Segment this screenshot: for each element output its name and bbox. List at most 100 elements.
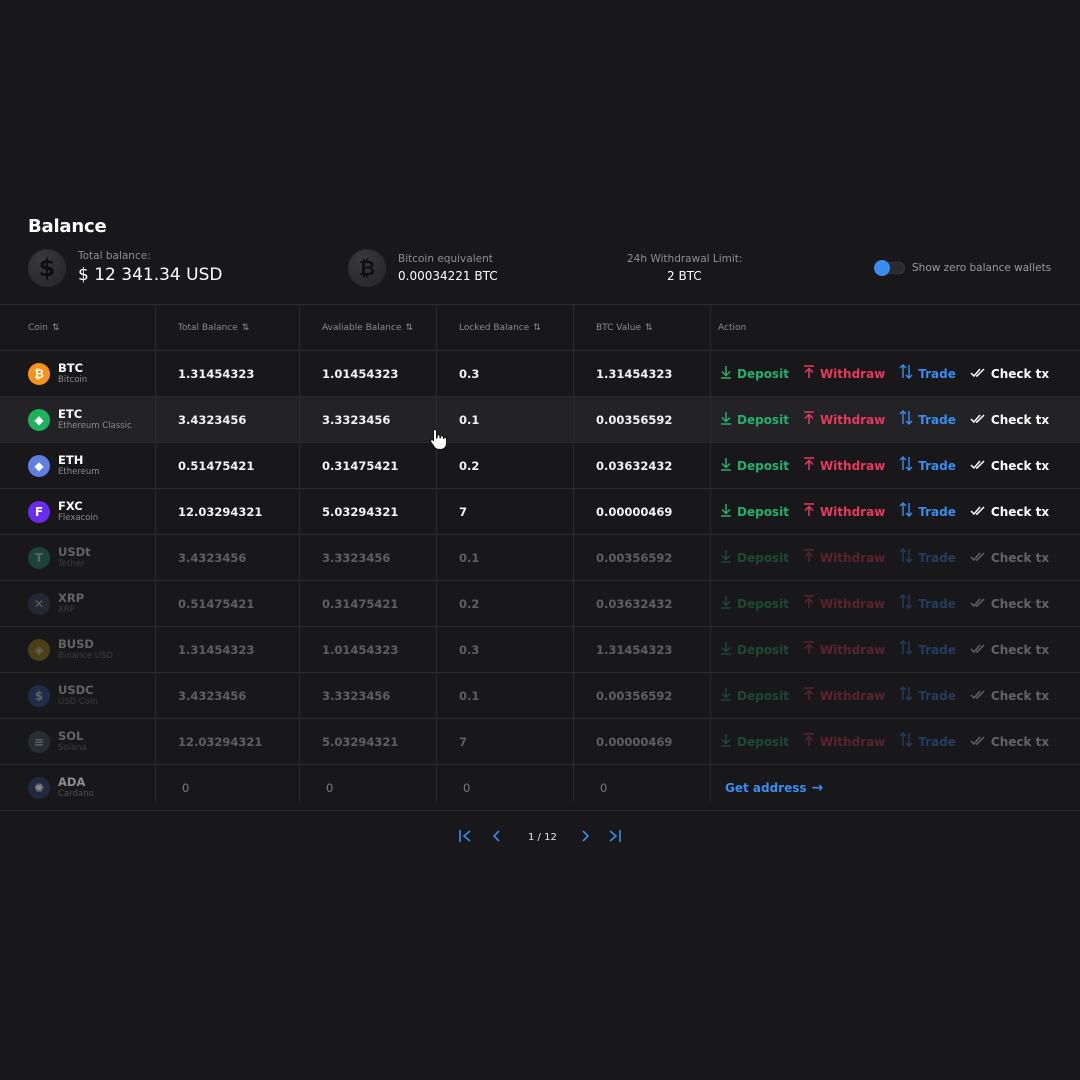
header-locked-balance[interactable]: Locked Balance ⇅ — [459, 305, 541, 350]
deposit-button[interactable]: Deposit — [720, 411, 789, 429]
withdraw-label: Withdraw — [819, 734, 886, 749]
btc-value-cell: 0.00356592 — [596, 412, 673, 427]
check-tx-button[interactable]: Check tx — [970, 458, 1049, 474]
deposit-label: Deposit — [737, 458, 789, 473]
withdraw-button[interactable]: Withdraw — [803, 594, 885, 613]
deposit-button[interactable]: Deposit — [720, 549, 789, 567]
check-tx-button[interactable]: Check tx — [970, 596, 1049, 612]
swap-arrows-icon — [899, 732, 913, 751]
trade-button[interactable]: Trade — [899, 594, 956, 613]
double-check-icon — [970, 504, 986, 520]
get-address-link[interactable]: Get address → — [725, 765, 823, 810]
header-coin[interactable]: Coin ⇅ — [28, 305, 59, 350]
trade-label: Trade — [918, 504, 956, 519]
coin-symbol: BUSD — [58, 637, 94, 651]
coin-text: ETH Ethereum — [58, 454, 100, 477]
column-divider — [436, 304, 437, 801]
total-balance-cell: 3.4323456 — [178, 550, 247, 565]
check-tx-button[interactable]: Check tx — [970, 366, 1049, 382]
prev-page-icon[interactable] — [489, 828, 505, 848]
table-row[interactable]: ◆ ETC Ethereum Classic 3.4323456 3.3323456 0.… — [0, 397, 1080, 443]
table-row[interactable]: ◈ BUSD Binance USD 1.31454323 1.01454323 0.3 1… — [0, 627, 1080, 673]
coin-text: XRP XRP — [58, 592, 84, 615]
coin-symbol: ETC — [58, 407, 83, 421]
trade-button[interactable]: Trade — [899, 502, 956, 521]
withdraw-button[interactable]: Withdraw — [803, 686, 885, 705]
trade-button[interactable]: Trade — [899, 364, 956, 383]
double-check-icon — [970, 458, 986, 474]
check-tx-button[interactable]: Check tx — [970, 642, 1049, 658]
header-total-balance[interactable]: Total Balance ⇅ — [178, 305, 249, 350]
deposit-button[interactable]: Deposit — [720, 687, 789, 705]
table-row[interactable]: ≡ SOL Solana 12.03294321 5.03294321 7 0.000004… — [0, 719, 1080, 765]
table-row[interactable]: F FXC Flexacoin 12.03294321 5.03294321 7 0.000… — [0, 489, 1080, 535]
deposit-button[interactable]: Deposit — [720, 595, 789, 613]
download-arrow-icon — [720, 641, 732, 659]
trade-button[interactable]: Trade — [899, 456, 956, 475]
locked-balance-cell: 0.1 — [459, 550, 480, 565]
coin-text: USDt Tether — [58, 546, 91, 569]
deposit-label: Deposit — [737, 596, 789, 611]
withdraw-label: Withdraw — [819, 504, 886, 519]
table-row[interactable]: ✕ XRP XRP 0.51475421 0.31475421 0.2 0.03632432… — [0, 581, 1080, 627]
page-indicator: 1 / 12 — [528, 832, 557, 843]
withdraw-label: Withdraw — [819, 412, 886, 427]
next-page-icon[interactable] — [577, 828, 593, 848]
action-cell: Deposit Withdraw Trade Check tx — [720, 627, 1063, 672]
table-row[interactable]: ✺ ADA Cardano 0 0 0 0 Get address → — [0, 765, 1080, 811]
withdraw-button[interactable]: Withdraw — [803, 364, 885, 383]
action-cell: Deposit Withdraw Trade Check tx — [720, 351, 1063, 396]
deposit-button[interactable]: Deposit — [720, 641, 789, 659]
deposit-button[interactable]: Deposit — [720, 733, 789, 751]
coin-ada-icon: ✺ — [28, 776, 50, 799]
available-balance-cell: 3.3323456 — [322, 550, 391, 565]
total-balance-cell: 3.4323456 — [178, 688, 247, 703]
sort-icon: ⇅ — [52, 322, 59, 333]
trade-button[interactable]: Trade — [899, 686, 956, 705]
header-action-label: Action — [718, 322, 747, 333]
check-tx-label: Check tx — [990, 596, 1050, 611]
trade-button[interactable]: Trade — [899, 548, 956, 567]
header-btc-value[interactable]: BTC Value ⇅ — [596, 305, 652, 350]
table-row[interactable]: ₿ BTC Bitcoin 1.31454323 1.01454323 0.3 1.3145… — [0, 351, 1080, 397]
withdraw-button[interactable]: Withdraw — [803, 640, 885, 659]
deposit-button[interactable]: Deposit — [720, 365, 789, 383]
withdraw-button[interactable]: Withdraw — [803, 456, 885, 475]
withdraw-button[interactable]: Withdraw — [803, 732, 886, 751]
check-tx-button[interactable]: Check tx — [970, 504, 1049, 520]
coin-cell: ✺ ADA Cardano — [28, 765, 94, 810]
upload-arrow-icon — [803, 686, 815, 705]
locked-balance-cell: 7 — [459, 504, 468, 519]
trade-button[interactable]: Trade — [899, 410, 956, 429]
trade-button[interactable]: Trade — [899, 732, 956, 751]
coin-cell: ₿ BTC Bitcoin — [28, 351, 87, 396]
check-tx-button[interactable]: Check tx — [970, 550, 1049, 566]
sort-icon: ⇅ — [405, 322, 413, 333]
withdraw-button[interactable]: Withdraw — [803, 410, 886, 429]
withdraw-button[interactable]: Withdraw — [803, 502, 886, 521]
available-balance-cell: 3.3323456 — [322, 688, 391, 703]
first-page-icon[interactable] — [457, 828, 473, 848]
check-tx-button[interactable]: Check tx — [970, 734, 1049, 750]
table-row[interactable]: ◆ ETH Ethereum 0.51475421 0.31475421 0.2 0.036… — [0, 443, 1080, 489]
check-tx-button[interactable]: Check tx — [970, 688, 1049, 704]
deposit-button[interactable]: Deposit — [720, 503, 789, 521]
last-page-icon[interactable] — [607, 828, 623, 848]
deposit-button[interactable]: Deposit — [720, 457, 789, 475]
arrow-right-icon: → — [811, 779, 824, 796]
table-row[interactable]: T USDt Tether 3.4323456 3.3323456 0.1 0.003565… — [0, 535, 1080, 581]
withdraw-button[interactable]: Withdraw — [803, 548, 885, 567]
locked-balance-cell: 0.3 — [459, 642, 480, 657]
trade-button[interactable]: Trade — [899, 640, 956, 659]
download-arrow-icon — [720, 503, 732, 521]
total-balance-cell: 12.03294321 — [178, 734, 263, 749]
sort-icon: ⇅ — [241, 322, 249, 333]
trade-label: Trade — [918, 596, 956, 611]
header-action: Action — [718, 305, 746, 350]
header-available-balance[interactable]: Avaliable Balance ⇅ — [322, 305, 413, 350]
zero-balance-toggle-label[interactable]: Show zero balance wallets — [912, 262, 1051, 274]
table-row[interactable]: $ USDC USD Coin 3.4323456 3.3323456 0.1 0.0035… — [0, 673, 1080, 719]
check-tx-button[interactable]: Check tx — [970, 412, 1049, 428]
coin-name: Tether — [58, 558, 85, 569]
zero-balance-toggle[interactable] — [874, 260, 905, 276]
